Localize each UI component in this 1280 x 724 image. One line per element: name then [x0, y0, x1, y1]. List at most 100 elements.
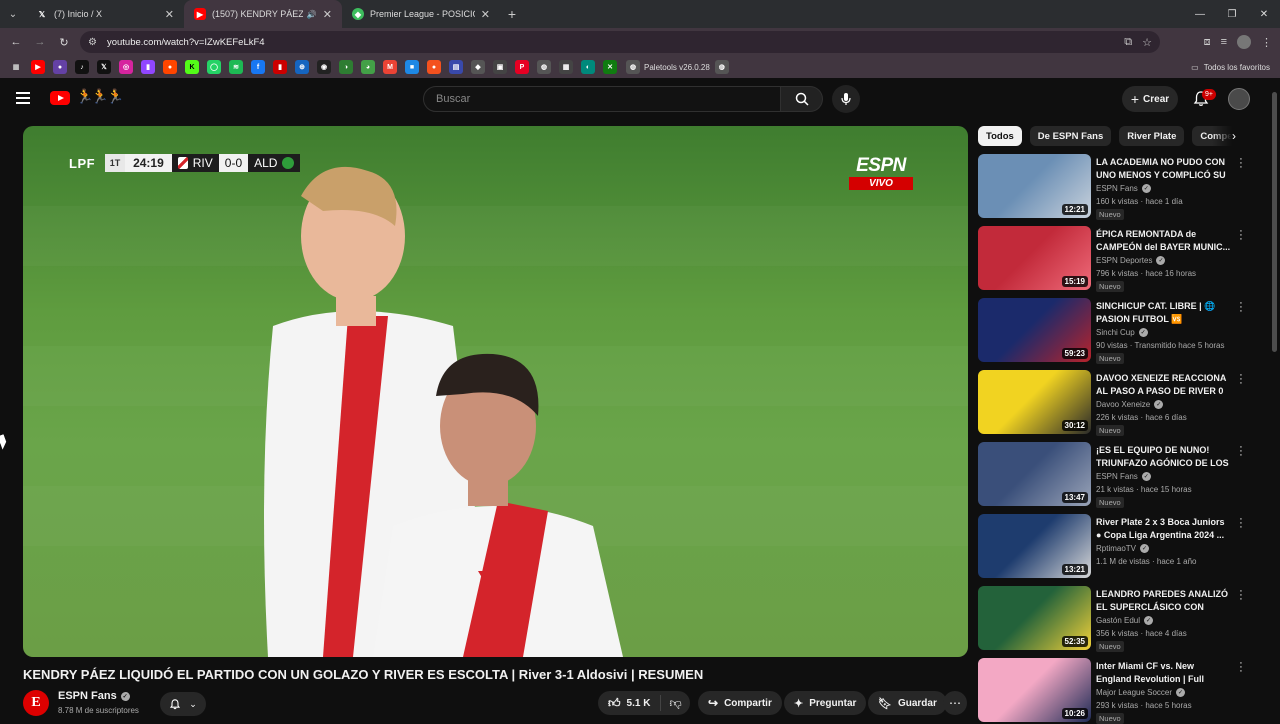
- more-vertical-icon[interactable]: · · ·: [1236, 658, 1246, 677]
- video-thumbnail[interactable]: 13:21: [978, 514, 1091, 578]
- shield-bookmark-icon[interactable]: ◆: [471, 60, 485, 74]
- profile-avatar[interactable]: [1237, 35, 1251, 49]
- save-button[interactable]: 🔖︎ Guardar: [868, 691, 947, 715]
- recommendation-item[interactable]: 52:35 LEANDRO PAREDES ANALIZÓ EL SUPERCL…: [978, 586, 1258, 652]
- video-thumbnail[interactable]: 15:19: [978, 226, 1091, 290]
- more-vertical-icon[interactable]: · · ·: [1236, 154, 1246, 173]
- youtube-bookmark-icon[interactable]: ▶: [31, 60, 45, 74]
- share-button[interactable]: ↪ Compartir: [698, 691, 782, 715]
- recommendation-channel[interactable]: Major League Soccer ✓: [1096, 688, 1186, 697]
- facebook-bookmark-icon[interactable]: f: [251, 60, 265, 74]
- grid-bookmark-icon[interactable]: ▤: [449, 60, 463, 74]
- ask-button[interactable]: ✦ Preguntar: [784, 691, 867, 715]
- kick-bookmark-icon[interactable]: K: [185, 60, 199, 74]
- tiktok-bookmark-icon[interactable]: ♪: [75, 60, 89, 74]
- x-bookmark-icon[interactable]: 𝕏: [97, 60, 111, 74]
- globe-bookmark-icon[interactable]: ◍: [537, 60, 551, 74]
- reddit-bookmark-icon[interactable]: ●: [163, 60, 177, 74]
- video-thumbnail[interactable]: 13:47: [978, 442, 1091, 506]
- video-thumbnail[interactable]: 59:23: [978, 298, 1091, 362]
- xbox-bookmark-icon[interactable]: ✕: [603, 60, 617, 74]
- bookmark-star-icon[interactable]: ☆: [1142, 36, 1152, 49]
- page-scrollbar[interactable]: [1270, 82, 1278, 720]
- recommendation-title[interactable]: SINCHICUP CAT. LIBRE | 🌐 PASION FUTBOL 🆚…: [1096, 300, 1232, 326]
- subscription-bell-button[interactable]: ⌄: [160, 692, 206, 716]
- youtube-logo[interactable]: [50, 91, 70, 105]
- voice-search-button[interactable]: [832, 85, 860, 113]
- install-app-icon[interactable]: ⧉: [1124, 36, 1132, 49]
- all-bookmarks-folder[interactable]: ▭ Todos los favoritos: [1191, 56, 1270, 78]
- video-thumbnail[interactable]: 10:26: [978, 658, 1091, 722]
- recommendation-channel[interactable]: RptimaoTV ✓: [1096, 544, 1150, 553]
- whatsapp-bookmark-icon[interactable]: ◯: [207, 60, 221, 74]
- tab-close-icon[interactable]: ✕: [481, 8, 490, 21]
- recommendation-item[interactable]: 13:21 River Plate 2 x 3 Boca Juniors ● C…: [978, 514, 1258, 580]
- more-actions-button[interactable]: ⋯: [943, 691, 967, 715]
- address-bar[interactable]: ⚙ youtube.com/watch?v=IZwKEFeLkF4 ⧉ ☆: [80, 31, 1160, 53]
- close-window-icon[interactable]: ✕: [1248, 0, 1280, 28]
- more-vertical-icon[interactable]: · · ·: [1236, 298, 1246, 317]
- recommendation-title[interactable]: River Plate 2 x 3 Boca Juniors ● Copa Li…: [1096, 516, 1232, 542]
- recommendation-channel[interactable]: Gastón Edul ✓: [1096, 616, 1154, 625]
- chip-de-espn-fans[interactable]: De ESPN Fans: [1029, 126, 1112, 146]
- recommendation-title[interactable]: LA ACADEMIA NO PUDO CON UNO MENOS Y COMP…: [1096, 156, 1232, 182]
- more-vertical-icon[interactable]: · · ·: [1236, 226, 1246, 245]
- table-bookmark-icon[interactable]: ▦: [559, 60, 573, 74]
- calendar-bookmark-icon[interactable]: ▣: [493, 60, 507, 74]
- more-vertical-icon[interactable]: · · ·: [1236, 370, 1246, 389]
- reading-list-icon[interactable]: ≡: [1221, 36, 1227, 48]
- video-thumbnail[interactable]: 30:12: [978, 370, 1091, 434]
- like-button[interactable]: 👍︎ 5.1 K: [598, 695, 662, 711]
- recommendation-item[interactable]: 59:23 SINCHICUP CAT. LIBRE | 🌐 PASION FU…: [978, 298, 1258, 364]
- more-vertical-icon[interactable]: · · ·: [1236, 514, 1246, 533]
- reload-icon[interactable]: ↻: [52, 28, 76, 56]
- recommendation-title[interactable]: Inter Miami CF vs. New England Revolutio…: [1096, 660, 1232, 686]
- new-tab-button[interactable]: +: [500, 6, 524, 22]
- pinterest-bookmark-icon[interactable]: P: [515, 60, 529, 74]
- tab-close-icon[interactable]: ✕: [165, 8, 174, 21]
- dark-bookmark-icon[interactable]: ◉: [317, 60, 331, 74]
- paletools-bookmark[interactable]: ◍ Paletools v26.0.28: [626, 60, 710, 74]
- browser-tab[interactable]: 𝕏 (7) Inicio / X ✕: [26, 0, 184, 28]
- recommendation-channel[interactable]: ESPN Fans ✓: [1096, 184, 1151, 193]
- video-player[interactable]: LPF 1T 24:19 RIV 0-0 ALD ESPN VIVO: [23, 126, 968, 657]
- android-bookmark-icon[interactable]: ◕: [361, 60, 375, 74]
- video-thumbnail[interactable]: 52:35: [978, 586, 1091, 650]
- search-input[interactable]: Buscar: [423, 86, 781, 112]
- spotify-bookmark-icon[interactable]: ≋: [229, 60, 243, 74]
- channel-avatar[interactable]: E: [23, 690, 49, 716]
- world-bookmark-icon[interactable]: ◍: [714, 60, 729, 74]
- tab-close-icon[interactable]: ✕: [323, 8, 332, 21]
- video-thumbnail[interactable]: 12:21: [978, 154, 1091, 218]
- search-button[interactable]: [781, 86, 823, 112]
- recommendation-channel[interactable]: Davoo Xeneize ✓: [1096, 400, 1164, 409]
- blue-square-bookmark-icon[interactable]: ■: [405, 60, 419, 74]
- teal-bookmark-icon[interactable]: ◐: [581, 60, 595, 74]
- account-avatar[interactable]: [1228, 88, 1250, 110]
- instagram-bookmark-icon[interactable]: ◎: [119, 60, 133, 74]
- recommendation-title[interactable]: DAVOO XENEIZE REACCIONA AL PASO A PASO D…: [1096, 372, 1232, 398]
- orange-bookmark-icon[interactable]: ●: [427, 60, 441, 74]
- dislike-button[interactable]: 👎︎: [661, 694, 689, 712]
- blue-bookmark-icon[interactable]: ⊕: [295, 60, 309, 74]
- twitch-alt-bookmark-icon[interactable]: ▮: [141, 60, 155, 74]
- browser-tab[interactable]: ◆ Premier League - POSICIONES ✕: [342, 0, 500, 28]
- create-button[interactable]: + Crear: [1122, 86, 1178, 112]
- recommendation-channel[interactable]: ESPN Deportes ✓: [1096, 256, 1166, 265]
- red-bookmark-icon[interactable]: ▮: [273, 60, 287, 74]
- more-vertical-icon[interactable]: · · ·: [1236, 442, 1246, 461]
- recommendation-item[interactable]: 30:12 DAVOO XENEIZE REACCIONA AL PASO A …: [978, 370, 1258, 436]
- forward-icon[interactable]: →: [28, 28, 52, 56]
- browser-tab-active[interactable]: ▶ (1507) KENDRY PÁEZ LIQUI 🔊 ✕: [184, 0, 342, 28]
- back-icon[interactable]: ←: [4, 28, 28, 56]
- tab-search-icon[interactable]: ⌄: [0, 0, 26, 28]
- recommendation-channel[interactable]: Sinchi Cup ✓: [1096, 328, 1148, 337]
- recommendation-item[interactable]: 15:19 ÉPICA REMONTADA de CAMPEÓN del BAY…: [978, 226, 1258, 292]
- green-bookmark-icon[interactable]: ◑: [339, 60, 353, 74]
- apps-grid-icon[interactable]: ▦: [9, 60, 23, 74]
- extensions-icon[interactable]: ⧈: [1204, 36, 1211, 49]
- site-info-icon[interactable]: ⚙: [88, 37, 97, 48]
- recommendation-item[interactable]: 13:47 ¡ES EL EQUIPO DE NUNO! TRIUNFAZO A…: [978, 442, 1258, 508]
- recommendation-title[interactable]: ¡ES EL EQUIPO DE NUNO! TRIUNFAZO AGÓNICO…: [1096, 444, 1232, 470]
- recommendation-channel[interactable]: ESPN Fans ✓: [1096, 472, 1151, 481]
